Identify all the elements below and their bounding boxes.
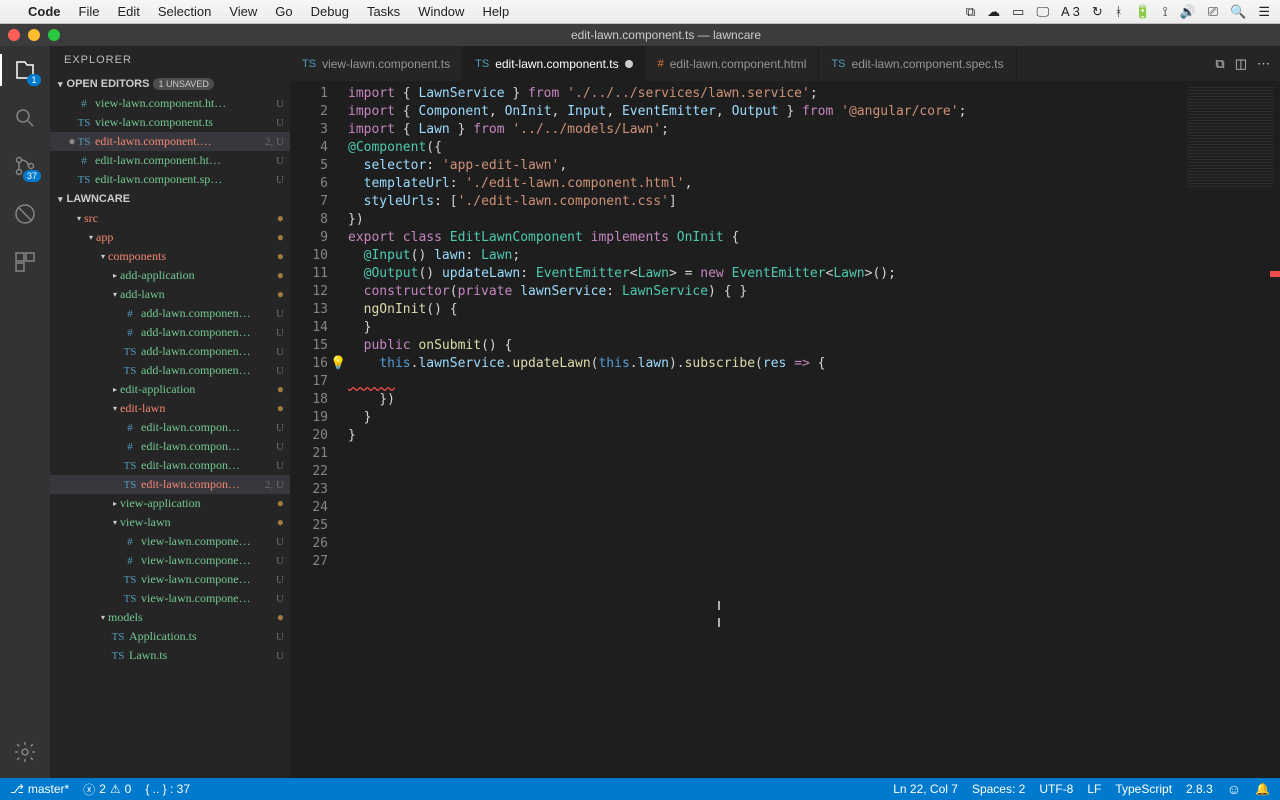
menu-selection[interactable]: Selection	[158, 4, 211, 19]
notifications-icon[interactable]: 🔔	[1255, 782, 1270, 796]
volume-icon[interactable]: 🔊	[1180, 4, 1196, 20]
debug-icon[interactable]	[11, 200, 39, 228]
tree-item[interactable]: ▾view-lawn●	[50, 513, 290, 532]
status-bar: ⎇ master* ⓧ 2 ⚠ 0 { .. } : 37 Ln 22, Col…	[0, 778, 1280, 800]
tree-item[interactable]: ▾models●	[50, 608, 290, 627]
adobe-icon[interactable]: A 3	[1061, 4, 1080, 19]
open-editor-item[interactable]: #view-lawn.component.ht…U	[50, 94, 290, 113]
unsaved-badge: 1 UNSAVED	[153, 78, 213, 90]
tree-item[interactable]: #add-lawn.componen…U	[50, 304, 290, 323]
explorer-badge: 1	[27, 74, 41, 86]
display-icon[interactable]: 🖵	[1036, 4, 1049, 20]
control-icon[interactable]: ⎚	[1208, 4, 1218, 20]
dropbox-icon[interactable]: ⧉	[966, 4, 975, 20]
sidebar: EXPLORER ▾ OPEN EDITORS 1 UNSAVED #view-…	[50, 46, 290, 778]
spotlight-icon[interactable]: 🔍	[1230, 4, 1246, 20]
maximize-window-button[interactable]	[48, 29, 60, 41]
menu-tasks[interactable]: Tasks	[367, 4, 400, 19]
tree-item[interactable]: ▸add-application●	[50, 266, 290, 285]
tree-item[interactable]: ▸edit-application●	[50, 380, 290, 399]
tree-item[interactable]: ▸view-application●	[50, 494, 290, 513]
extensions-icon[interactable]	[11, 248, 39, 276]
tree-item[interactable]: ▾add-lawn●	[50, 285, 290, 304]
bluetooth-icon[interactable]: ᚼ	[1115, 4, 1123, 19]
sidebar-title: EXPLORER	[50, 46, 290, 74]
editor-tab[interactable]: TSedit-lawn.component.ts	[463, 46, 645, 81]
menu-file[interactable]: File	[79, 4, 100, 19]
tree-item[interactable]: #view-lawn.compone…U	[50, 551, 290, 570]
settings-icon[interactable]	[11, 738, 39, 766]
tree-item[interactable]: TSadd-lawn.componen…U	[50, 342, 290, 361]
tree-item[interactable]: ▾components●	[50, 247, 290, 266]
app-name[interactable]: Code	[28, 4, 61, 19]
activity-bar: 1 37	[0, 46, 50, 778]
cloud-icon[interactable]: ☁	[987, 4, 1000, 20]
split-icon[interactable]: ◫	[1235, 56, 1247, 72]
mac-menu-bar: Code File Edit Selection View Go Debug T…	[0, 0, 1280, 24]
battery-icon[interactable]: 🔋	[1135, 4, 1151, 20]
menu-go[interactable]: Go	[275, 4, 292, 19]
tree-item[interactable]: ▾app●	[50, 228, 290, 247]
tree-item[interactable]: #edit-lawn.compon…U	[50, 418, 290, 437]
editor-tab[interactable]: #edit-lawn.component.html	[646, 46, 820, 81]
open-editor-item[interactable]: TSview-lawn.component.tsU	[50, 113, 290, 132]
wifi-icon[interactable]: ⟟	[1163, 4, 1168, 20]
tree-item[interactable]: TSedit-lawn.compon…U	[50, 456, 290, 475]
window-titlebar: edit-lawn.component.ts — lawncare	[0, 24, 1280, 46]
feedback-icon[interactable]: ☺	[1227, 781, 1241, 797]
menu-help[interactable]: Help	[482, 4, 509, 19]
status-cursor[interactable]: Ln 22, Col 7	[893, 782, 958, 796]
scm-icon[interactable]: 37	[11, 152, 39, 180]
status-language[interactable]: TypeScript	[1115, 782, 1172, 796]
timemachine-icon[interactable]: ↻	[1092, 4, 1103, 20]
tree-item[interactable]: ▾src●	[50, 209, 290, 228]
close-window-button[interactable]	[8, 29, 20, 41]
tree-item[interactable]: #add-lawn.componen…U	[50, 323, 290, 342]
editor-tabs: TSview-lawn.component.tsTSedit-lawn.comp…	[290, 46, 1280, 81]
compare-icon[interactable]: ⧉	[1215, 56, 1224, 72]
status-braces[interactable]: { .. } : 37	[145, 782, 190, 796]
tree-item[interactable]: #edit-lawn.compon…U	[50, 437, 290, 456]
menu-icon[interactable]: ☰	[1258, 4, 1270, 20]
menu-debug[interactable]: Debug	[311, 4, 349, 19]
search-icon[interactable]	[11, 104, 39, 132]
open-editor-item[interactable]: ●TSedit-lawn.component.…2, U	[50, 132, 290, 151]
workspace-header[interactable]: ▾ LAWNCARE	[50, 189, 290, 209]
tree-item[interactable]: #view-lawn.compone…U	[50, 532, 290, 551]
open-editor-item[interactable]: TSedit-lawn.component.sp…U	[50, 170, 290, 189]
status-ts-version[interactable]: 2.8.3	[1186, 782, 1213, 796]
editor-area: TSview-lawn.component.tsTSedit-lawn.comp…	[290, 46, 1280, 778]
editor-tab[interactable]: TSview-lawn.component.ts	[290, 46, 463, 81]
tree-item[interactable]: TSApplication.tsU	[50, 627, 290, 646]
menu-window[interactable]: Window	[418, 4, 464, 19]
tree-item[interactable]: TSview-lawn.compone…U	[50, 570, 290, 589]
minimize-window-button[interactable]	[28, 29, 40, 41]
open-editor-item[interactable]: #edit-lawn.component.ht…U	[50, 151, 290, 170]
git-branch[interactable]: ⎇ master*	[10, 782, 69, 796]
menu-view[interactable]: View	[229, 4, 257, 19]
explorer-icon[interactable]: 1	[11, 56, 39, 84]
window-title: edit-lawn.component.ts — lawncare	[571, 28, 761, 42]
code-editor[interactable]: 1234567891011121314151617181920212223242…	[290, 81, 1280, 778]
tree-item[interactable]: TSadd-lawn.componen…U	[50, 361, 290, 380]
tree-item[interactable]: ▾edit-lawn●	[50, 399, 290, 418]
menu-edit[interactable]: Edit	[117, 4, 139, 19]
status-errors[interactable]: ⓧ 2 ⚠ 0	[83, 781, 131, 798]
minimap[interactable]	[1180, 81, 1280, 778]
minimap-error-marker	[1270, 271, 1280, 277]
status-eol[interactable]: LF	[1087, 782, 1101, 796]
tree-item[interactable]: TSedit-lawn.compon…2, U	[50, 475, 290, 494]
tree-item[interactable]: TSLawn.tsU	[50, 646, 290, 665]
more-icon[interactable]: ⋯	[1257, 56, 1270, 72]
editor-tab[interactable]: TSedit-lawn.component.spec.ts	[819, 46, 1016, 81]
screen-icon[interactable]: ▭	[1012, 4, 1024, 20]
status-encoding[interactable]: UTF-8	[1039, 782, 1073, 796]
open-editors-header[interactable]: ▾ OPEN EDITORS 1 UNSAVED	[50, 74, 290, 94]
tree-item[interactable]: TSview-lawn.compone…U	[50, 589, 290, 608]
scm-badge: 37	[23, 170, 41, 182]
status-spaces[interactable]: Spaces: 2	[972, 782, 1025, 796]
